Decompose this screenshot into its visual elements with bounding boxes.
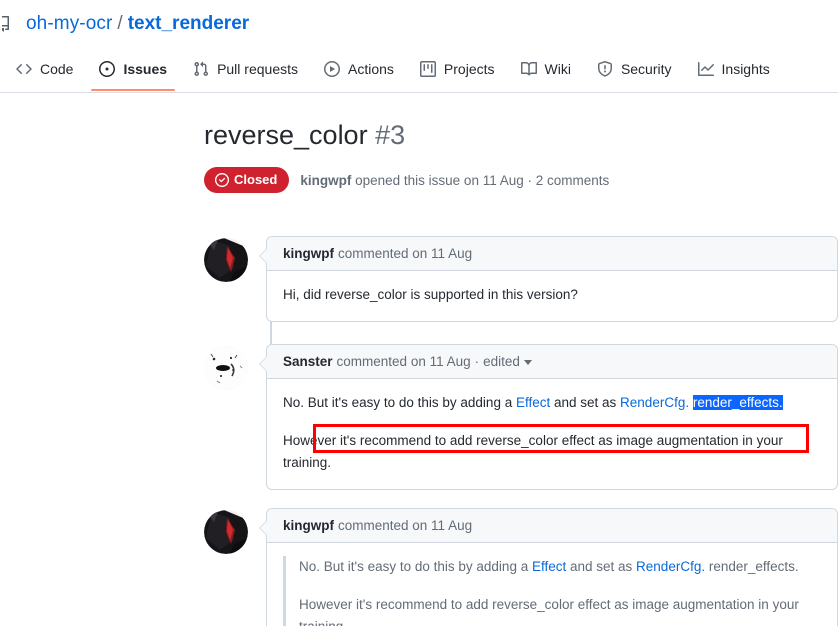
tab-code[interactable]: Code: [6, 47, 83, 91]
tab-insights-label: Insights: [721, 61, 770, 77]
tab-projects[interactable]: Projects: [410, 47, 505, 91]
text-fragment: and set as: [550, 395, 621, 410]
comment-body: No. But it's easy to do this by adding a…: [267, 543, 837, 626]
tab-security-label: Security: [620, 61, 672, 77]
comment-box: kingwpf commented on 11 Aug No. But it's…: [259, 508, 838, 626]
book-icon: [520, 61, 537, 77]
tab-pull-requests[interactable]: Pull requests: [183, 47, 308, 91]
effect-link[interactable]: Effect: [516, 395, 550, 410]
effect-link[interactable]: Effect: [532, 559, 566, 574]
tab-actions[interactable]: Actions: [314, 47, 404, 91]
comment-timestamp: commented on 11 Aug: [338, 246, 473, 261]
comment-edited-dropdown[interactable]: · edited: [475, 354, 532, 369]
issue-closed-icon: [215, 173, 229, 187]
edited-label: edited: [483, 354, 520, 369]
repo-icon: [2, 15, 18, 32]
tab-projects-label: Projects: [443, 61, 495, 77]
kingwpf-avatar[interactable]: [204, 510, 248, 554]
comment-paragraph: Hi, did reverse_color is supported in th…: [283, 287, 578, 302]
comment-box: Sanster commented on 11 Aug · edited No.…: [259, 344, 838, 490]
repo-name-link[interactable]: text_renderer: [128, 13, 249, 35]
issue-timeline: kingwpf commented on 11 Aug Hi, did reve…: [204, 236, 838, 626]
quoted-text: No. But it's easy to do this by adding a…: [283, 556, 821, 626]
text-fragment: No. But it's easy to do this by adding a: [299, 559, 532, 574]
code-icon: [16, 61, 32, 77]
play-icon: [324, 61, 340, 77]
issue-meta-row: Closed kingwpf opened this issue on 11 A…: [204, 167, 824, 193]
repo-nav-tabs: Code Issues Pull requests Actions Projec…: [0, 47, 838, 93]
tab-wiki-label: Wiki: [544, 61, 571, 77]
comment-item: kingwpf commented on 11 Aug No. But it's…: [204, 508, 838, 626]
comment-paragraph: However it's recommend to add reverse_co…: [283, 433, 783, 470]
comment-header: Sanster commented on 11 Aug · edited: [267, 345, 837, 379]
issue-number: #3: [375, 120, 406, 150]
text-fragment: render_effects.: [705, 559, 799, 574]
comment-body: No. But it's easy to do this by adding a…: [267, 379, 837, 489]
selected-text: render_effects.: [692, 395, 783, 410]
quote-paragraph: However it's recommend to add reverse_co…: [299, 597, 799, 626]
comment-author-link[interactable]: Sanster: [283, 354, 333, 369]
comment-author-link[interactable]: kingwpf: [283, 518, 334, 533]
timeline-gap: [204, 322, 838, 344]
comment-box: kingwpf commented on 11 Aug Hi, did reve…: [259, 236, 838, 322]
github-issue-page: oh-my-ocr / text_renderer Code Issues Pu…: [0, 0, 838, 626]
shield-icon: [597, 61, 613, 77]
tab-security[interactable]: Security: [587, 47, 682, 91]
text-fragment: and set as: [566, 559, 637, 574]
issue-comment-count: 2 comments: [535, 172, 610, 188]
repo-separator: /: [117, 12, 123, 34]
quote-paragraph: No. But it's easy to do this by adding a…: [299, 556, 821, 578]
issue-meta-separator: ·: [527, 172, 533, 188]
graph-icon: [697, 61, 714, 77]
comment-timestamp: commented on 11 Aug: [338, 518, 473, 533]
rendercfg-link[interactable]: RenderCfg.: [636, 559, 705, 574]
tab-issues[interactable]: Issues: [89, 47, 177, 91]
tab-wiki[interactable]: Wiki: [511, 47, 581, 91]
timeline-gap: [204, 490, 838, 508]
project-icon: [419, 61, 436, 77]
issue-opened-icon: [99, 61, 116, 77]
comment-item: kingwpf commented on 11 Aug Hi, did reve…: [204, 236, 838, 322]
comment-header: kingwpf commented on 11 Aug: [267, 509, 837, 543]
tab-insights[interactable]: Insights: [688, 47, 780, 91]
comment-item: Sanster commented on 11 Aug · edited No.…: [204, 344, 838, 490]
repo-breadcrumb-header: oh-my-ocr / text_renderer: [0, 0, 838, 47]
git-pull-request-icon: [193, 61, 209, 77]
issue-subtitle: kingwpf opened this issue on 11 Aug · 2 …: [300, 173, 609, 188]
comment-timestamp: commented on 11 Aug: [336, 354, 471, 369]
status-badge-label: Closed: [234, 172, 278, 187]
tab-pull-requests-label: Pull requests: [217, 61, 298, 77]
comment-body: Hi, did reverse_color is supported in th…: [267, 271, 837, 321]
sanster-avatar[interactable]: [204, 346, 248, 390]
issue-header: reverse_color #3 Closed kingwpf opened t…: [204, 118, 824, 193]
comment-header: kingwpf commented on 11 Aug: [267, 237, 837, 271]
text-fragment: No. But it's easy to do this by adding a: [283, 395, 516, 410]
tab-code-label: Code: [40, 61, 74, 77]
tab-issues-label: Issues: [123, 61, 168, 77]
kingwpf-avatar[interactable]: [204, 238, 248, 282]
rendercfg-link[interactable]: RenderCfg.: [620, 395, 689, 410]
issue-title-text: reverse_color: [204, 120, 368, 150]
status-badge: Closed: [204, 167, 290, 193]
issue-author-link[interactable]: kingwpf: [300, 173, 351, 188]
chevron-down-icon[interactable]: [523, 360, 532, 365]
comment-paragraph: No. But it's easy to do this by adding a…: [283, 392, 821, 414]
comment-author-link[interactable]: kingwpf: [283, 246, 334, 261]
issue-opened-text: opened this issue on 11 Aug: [355, 172, 524, 188]
repo-owner-link[interactable]: oh-my-ocr: [26, 13, 112, 35]
edited-separator: ·: [474, 354, 480, 369]
page-title: reverse_color #3: [204, 118, 824, 152]
tab-actions-label: Actions: [348, 61, 394, 77]
